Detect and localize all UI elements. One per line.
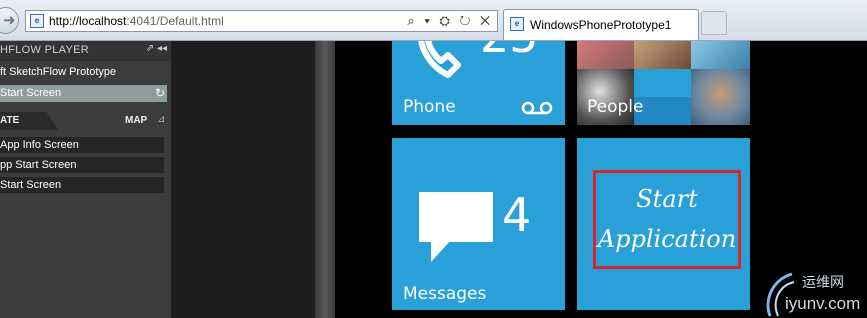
screen-item-app-start[interactable]: pp Start Screen (0, 157, 164, 173)
url-host: http://localhost (49, 14, 127, 28)
tab-navigate-label: ATE (0, 115, 20, 126)
sketchflow-player-panel: HFLOW PLAYER ⇗ ◂◂ ft SketchFlow Prototyp… (0, 41, 171, 318)
browser-toolbar: ➜ e http://localhost:4041/Default.html ⌕… (0, 0, 867, 41)
contact-photo (691, 41, 750, 69)
url-text[interactable]: http://localhost:4041/Default.html (49, 14, 224, 28)
panel-title: HFLOW PLAYER (0, 44, 89, 56)
screen-item-label: App Info Screen (0, 139, 79, 151)
contact-photo (634, 69, 691, 97)
address-tools[interactable]: ⌕ ▾ ⛭ ↻ ✕ (407, 13, 493, 29)
watermark: 运维网 iyunv.com (762, 270, 862, 318)
start-application-annotation[interactable]: Start Application (593, 170, 741, 269)
back-arrow-icon: ➜ (3, 12, 16, 29)
annotation-line-2: Application (597, 225, 737, 253)
panel-controls[interactable]: ⇗ ◂◂ (146, 43, 167, 54)
new-tab-button[interactable] (701, 11, 727, 35)
watermark-chinese-text: 运维网 (802, 274, 844, 290)
address-bar[interactable]: e http://localhost:4041/Default.html ⌕ ▾… (25, 10, 498, 32)
phone-count: 25 (480, 41, 539, 63)
message-bubble-icon (419, 192, 493, 262)
people-tile[interactable]: People (577, 41, 750, 125)
back-button[interactable]: ➜ (0, 7, 19, 34)
page-icon: e (30, 14, 44, 28)
current-screen-label: Start Screen (0, 87, 62, 99)
screen-item-start[interactable]: Start Screen (0, 177, 164, 193)
panel-header: HFLOW PLAYER ⇗ ◂◂ (0, 41, 171, 61)
tab-navigate[interactable]: ATE (0, 112, 58, 130)
phone-tile[interactable]: 25 Phone (392, 41, 565, 125)
project-name: ft SketchFlow Prototype (0, 66, 117, 78)
tab-page-icon: e (510, 17, 524, 31)
screen-item-label: pp Start Screen (0, 159, 77, 171)
canvas-background (171, 41, 315, 318)
annotation-line-1: Start (636, 185, 698, 213)
tab-map[interactable]: MAP (125, 115, 147, 126)
navigation-header: ATE MAP ⊿ (0, 112, 171, 130)
current-screen-selector[interactable]: Start Screen ↻ (0, 85, 167, 102)
screen-item-app-info[interactable]: App Info Screen (0, 137, 164, 153)
vertical-scrollbar[interactable] (315, 41, 335, 318)
screen-item-label: Start Screen (0, 179, 62, 191)
phone-handset-icon (418, 41, 461, 78)
contact-photo (634, 41, 691, 69)
watermark-url: iyunv.com (785, 294, 861, 313)
messages-count: 4 (502, 188, 532, 242)
browser-tab[interactable]: e WindowsPhonePrototype1 (503, 9, 699, 40)
voicemail-icon (521, 101, 553, 115)
tab-title: WindowsPhonePrototype1 (530, 18, 672, 32)
messages-tile[interactable]: 4 Messages (392, 138, 565, 310)
contact-photo (577, 41, 634, 69)
phone-tile-label: Phone (403, 97, 456, 117)
messages-tile-label: Messages (403, 284, 487, 304)
pin-icon[interactable]: ⊿ (157, 114, 165, 125)
refresh-icon[interactable]: ↻ (155, 86, 165, 100)
people-tile-label: People (587, 97, 644, 117)
url-path: :4041/Default.html (126, 14, 224, 28)
contact-photo (691, 69, 750, 125)
